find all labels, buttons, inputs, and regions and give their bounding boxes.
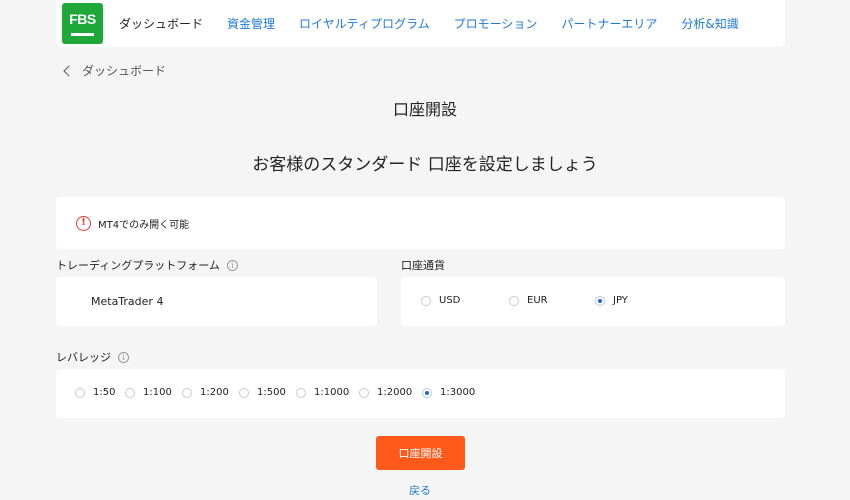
leverage-option-label: 1:200 [200,387,229,398]
radio-circle-icon [509,295,519,306]
leverage-label-row: レバレッジ i [56,349,129,365]
platform-label: トレーディングプラットフォーム [56,259,220,272]
radio-circle-icon [182,387,192,398]
logo-text: FBS [69,11,96,27]
open-account-button[interactable]: 口座開設 [376,436,465,470]
fbs-logo[interactable]: FBS [62,3,103,44]
radio-circle-icon [359,387,369,398]
nav-item-funds[interactable]: 資金管理 [227,15,275,32]
leverage-option-1-50[interactable]: 1:50 [75,387,115,398]
warning-icon: ! [76,215,91,231]
back-link[interactable]: 戻る [0,482,840,498]
radio-selected-icon [422,387,432,398]
page-subtitle: お客様のスタンダード 口座を設定しましょう [252,155,598,175]
leverage-option-label: 1:2000 [377,387,413,398]
currency-option-label: USD [439,295,461,306]
nav-item-promotions[interactable]: プロモーション [454,15,538,32]
chevron-left-icon [63,64,75,77]
platform-select[interactable]: MetaTrader 4 [56,277,377,326]
leverage-option-label: 1:500 [257,387,286,398]
currency-option-label: JPY [613,295,628,306]
leverage-label: レバレッジ [56,351,111,364]
radio-circle-icon [239,387,249,398]
leverage-radio-group: 1:50 1:100 1:200 1:500 1:1000 1:2000 1:3… [56,369,785,418]
top-navbar: FBS ダッシュボード 資金管理 ロイヤルティプログラム プロモーション パート… [56,0,785,47]
radio-circle-icon [296,387,306,398]
currency-option-jpy[interactable]: JPY [595,295,628,306]
breadcrumb-back[interactable]: ダッシュボード [62,62,166,79]
leverage-option-1-1000[interactable]: 1:1000 [296,387,349,398]
currency-label-row: 口座通貨 [401,257,445,273]
info-icon[interactable]: i [226,259,238,271]
leverage-option-1-200[interactable]: 1:200 [182,387,229,398]
breadcrumb-back-label: ダッシュボード [82,64,167,78]
logo-underline [71,33,94,36]
notice-card: ! MT4でのみ開く可能 [56,197,785,249]
leverage-option-1-2000[interactable]: 1:2000 [359,387,412,398]
platform-value: MetaTrader 4 [91,295,164,308]
leverage-option-label: 1:100 [143,387,172,398]
page-title: 口座開設 [392,100,457,119]
currency-option-label: EUR [527,295,548,306]
nav-item-loyalty[interactable]: ロイヤルティプログラム [299,15,430,32]
leverage-option-label: 1:3000 [440,387,476,398]
leverage-option-label: 1:1000 [314,387,350,398]
leverage-option-label: 1:50 [93,387,116,398]
main-nav: ダッシュボード 資金管理 ロイヤルティプログラム プロモーション パートナーエリ… [119,15,763,32]
leverage-option-1-100[interactable]: 1:100 [125,387,172,398]
nav-item-dashboard[interactable]: ダッシュボード [119,15,203,32]
notice-text: MT4でのみ開く可能 [98,219,190,231]
info-icon[interactable]: i [118,351,129,363]
currency-option-eur[interactable]: EUR [509,295,548,306]
nav-item-analytics[interactable]: 分析&知識 [681,15,738,32]
currency-radio-group: USD EUR JPY [401,277,785,326]
leverage-option-1-500[interactable]: 1:500 [239,387,286,398]
leverage-option-1-3000[interactable]: 1:3000 [422,387,475,398]
radio-selected-icon [595,295,605,306]
nav-item-partner[interactable]: パートナーエリア [561,15,657,32]
radio-circle-icon [125,387,135,398]
platform-label-row: トレーディングプラットフォーム i [56,257,238,273]
radio-circle-icon [421,295,431,306]
currency-option-usd[interactable]: USD [421,295,460,306]
radio-circle-icon [75,387,85,398]
currency-label: 口座通貨 [401,259,445,272]
